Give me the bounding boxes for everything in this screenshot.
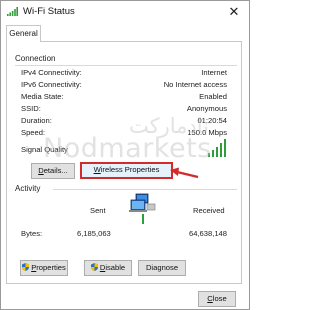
uac-shield-icon <box>22 263 30 271</box>
bytes-label: Bytes: <box>21 229 43 238</box>
speed-value: 150.0 Mbps <box>187 128 227 137</box>
signal-strength-icon <box>208 139 228 157</box>
close-post: lose <box>212 294 227 303</box>
wifi-status-window: Wi-Fi Status ✕ General Connection IPv4 C… <box>0 0 250 310</box>
connection-heading: Connection <box>15 54 56 63</box>
details-post: etails... <box>43 166 68 175</box>
wireless-post: ireless Properties <box>100 165 160 174</box>
wireless-properties-button[interactable]: Wireless Properties <box>80 162 173 179</box>
close-icon[interactable]: ✕ <box>225 4 243 20</box>
disable-button[interactable]: Disable <box>84 260 132 276</box>
signal-bar <box>208 153 210 157</box>
ipv6-value: No Internet access <box>163 80 227 89</box>
diagnose-button[interactable]: Diagnose <box>138 260 186 276</box>
ipv4-label: IPv4 Connectivity: <box>21 68 82 77</box>
connection-divider <box>15 65 237 66</box>
sent-label: Sent <box>90 206 106 215</box>
details-button[interactable]: Details... <box>31 163 75 179</box>
close-button[interactable]: Close <box>198 291 236 307</box>
tab-general[interactable]: General <box>6 25 41 42</box>
ipv4-value: Internet <box>201 68 227 77</box>
signal-bar <box>212 150 214 157</box>
red-arrow-icon <box>170 167 199 179</box>
bytes-sent-value: 6,185,063 <box>77 229 111 238</box>
ssid-label: SSID: <box>21 104 41 113</box>
signal-bar <box>224 139 226 157</box>
properties-button[interactable]: Properties <box>20 260 68 276</box>
wifi-signal-icon <box>7 7 18 16</box>
disable-post: isable <box>105 263 126 272</box>
network-computer-icon <box>129 193 156 224</box>
signal-bar <box>216 147 218 157</box>
uac-shield-icon <box>90 263 98 271</box>
ipv6-label: IPv6 Connectivity: <box>21 80 82 89</box>
duration-label: Duration: <box>21 116 52 125</box>
received-label: Received <box>193 206 225 215</box>
wireless-accel: W <box>93 165 101 174</box>
properties-post: roperties <box>36 263 66 272</box>
title-bar: Wi-Fi Status ✕ <box>1 1 249 23</box>
duration-value: 01:20:54 <box>197 116 227 125</box>
window-title: Wi-Fi Status <box>23 6 75 17</box>
bytes-received-value: 64,638,148 <box>188 229 227 238</box>
media-state-value: Enabled <box>199 92 227 101</box>
activity-heading: Activity <box>15 184 41 193</box>
media-state-label: Media State: <box>21 92 64 101</box>
speed-label: Speed: <box>21 128 46 137</box>
signal-bar <box>220 143 222 157</box>
ssid-value: Anonymous <box>186 104 227 113</box>
signal-quality-label: Signal Quality <box>21 145 68 154</box>
